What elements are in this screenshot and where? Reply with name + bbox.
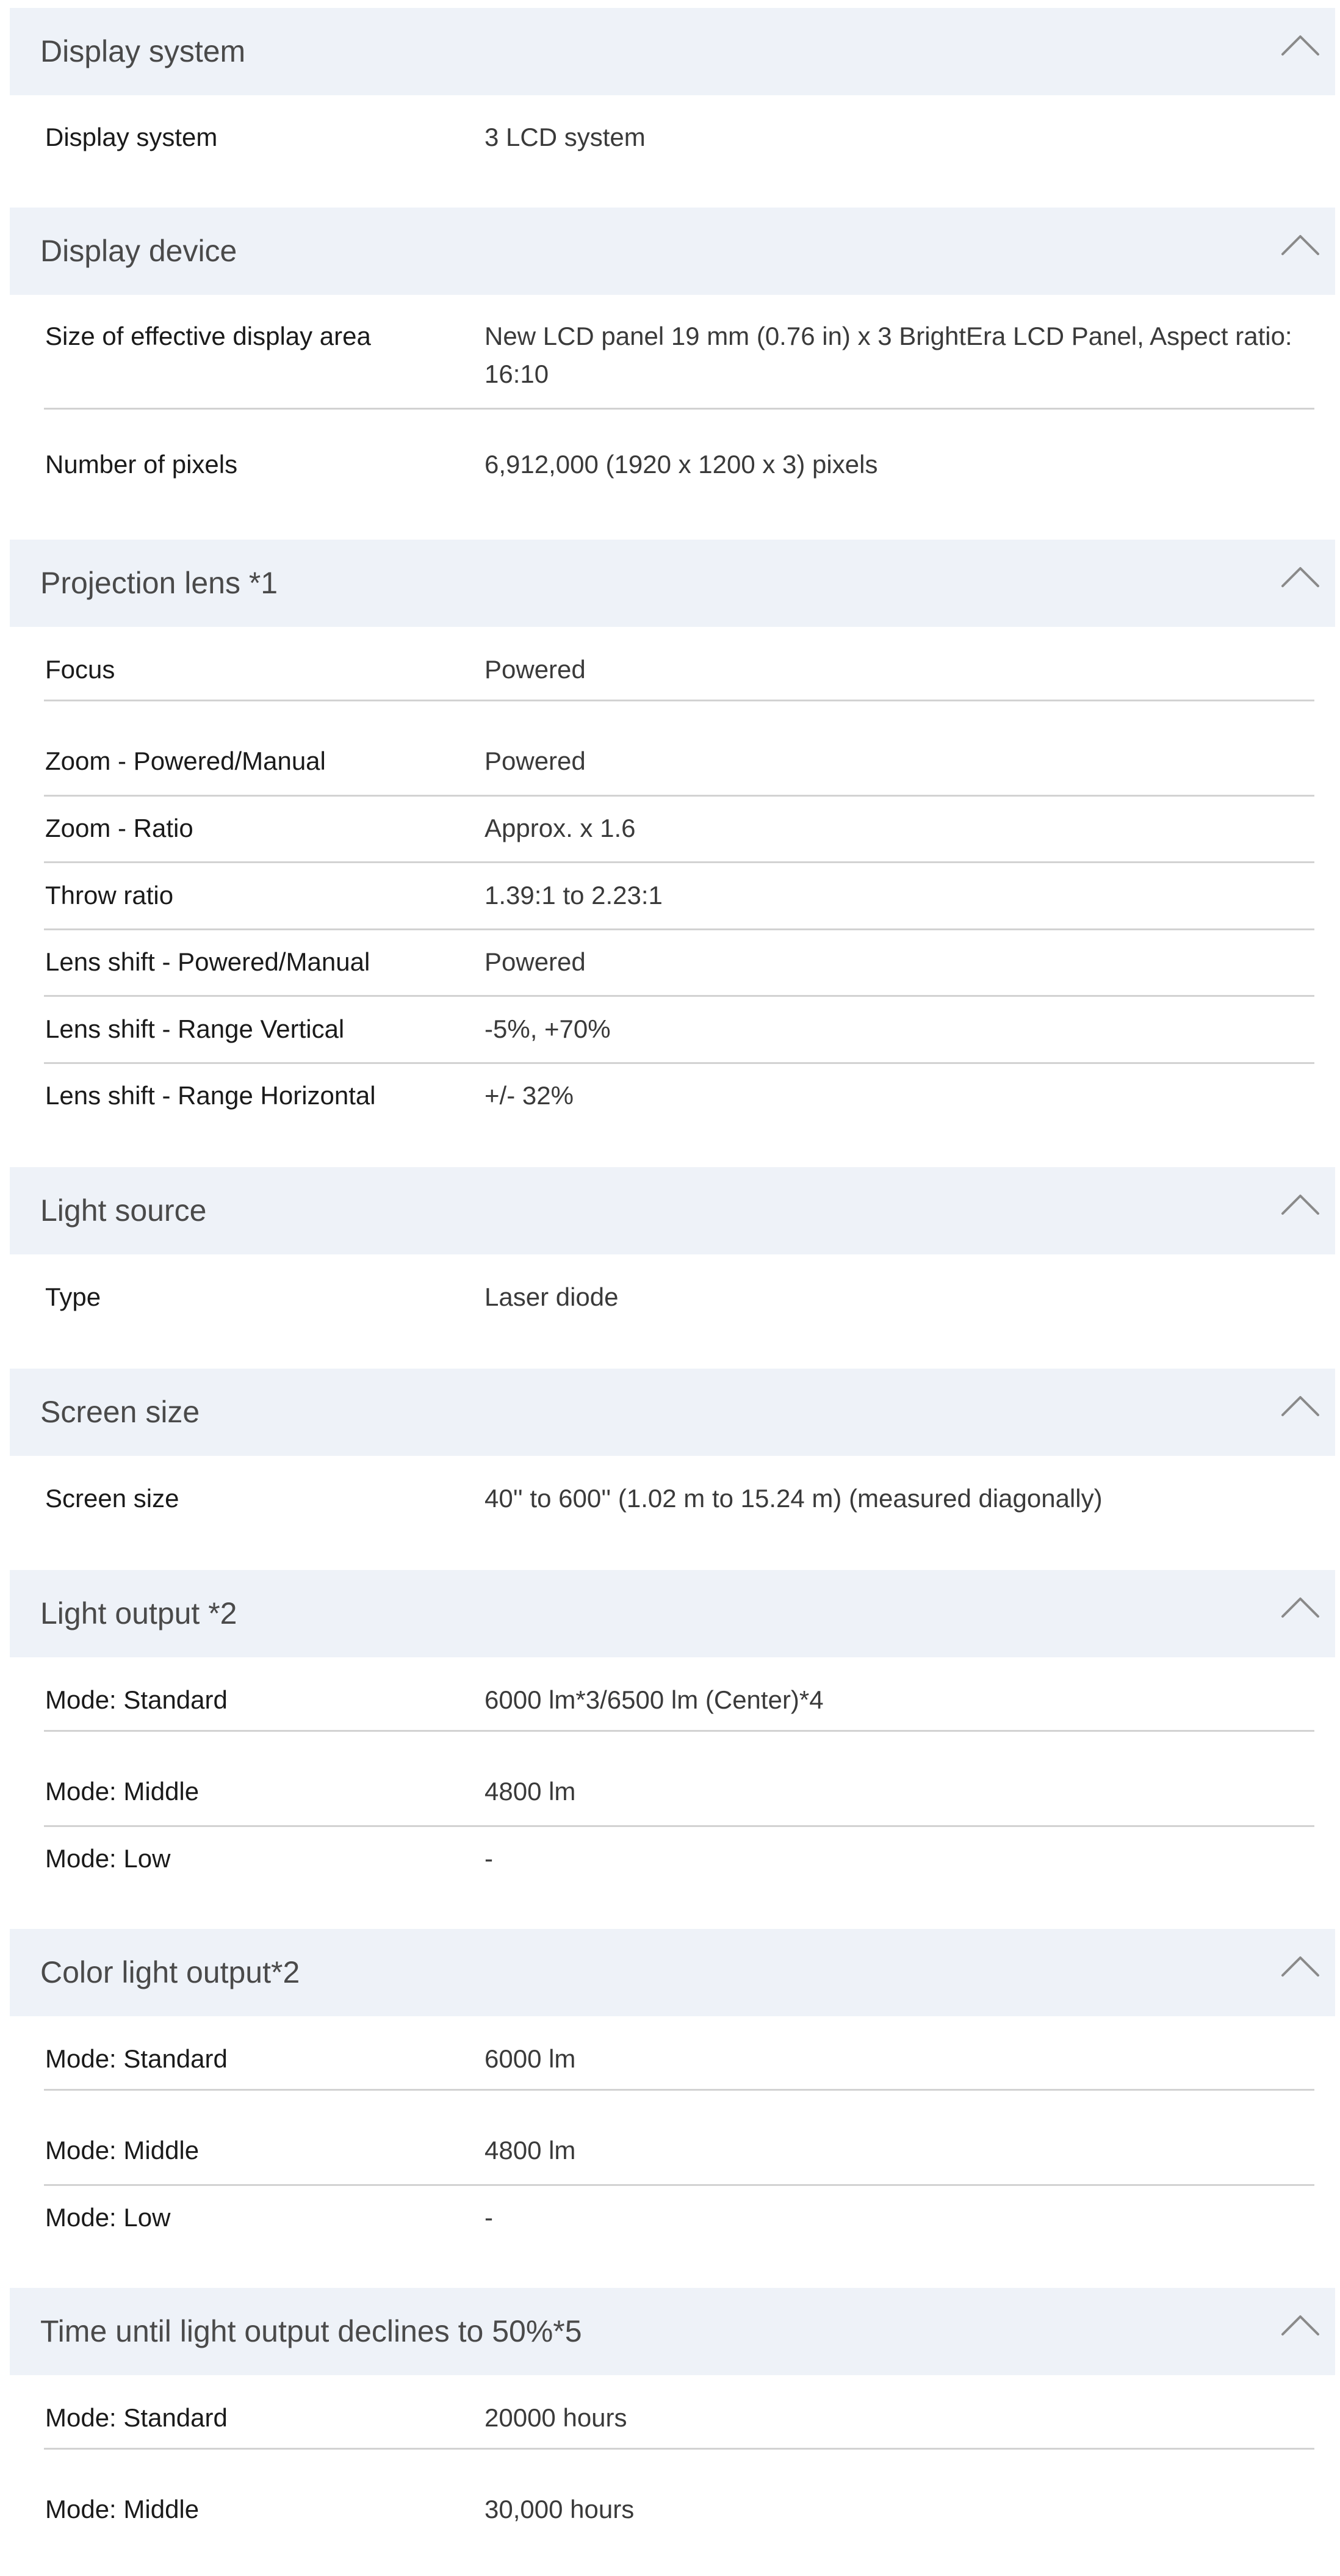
spec-label: Mode: Low bbox=[45, 2203, 171, 2232]
spec-value: 6000 lm bbox=[484, 2044, 576, 2073]
spec-value: +/- 32% bbox=[484, 1081, 574, 1110]
section-header[interactable]: Screen size bbox=[10, 1369, 1335, 1456]
section-header[interactable]: Light output *2 bbox=[10, 1570, 1335, 1657]
spec-value: Powered bbox=[484, 747, 586, 775]
spec-row: Zoom - Ratio Approx. x 1.6 bbox=[44, 809, 1314, 863]
spec-label: Screen size bbox=[45, 1484, 179, 1513]
spec-label: Mode: Middle bbox=[45, 2495, 200, 2524]
spec-label: Lens shift - Range Horizontal bbox=[45, 1081, 376, 1110]
spec-value: - bbox=[484, 1844, 493, 1873]
chevron-up-icon[interactable] bbox=[1279, 1392, 1322, 1419]
spec-row: Lens shift - Powered/Manual Powered bbox=[44, 943, 1314, 997]
section-title: Display system bbox=[40, 34, 246, 68]
section-header[interactable]: Display device bbox=[10, 208, 1335, 295]
spec-label: Mode: Standard bbox=[45, 2044, 228, 2073]
section-header[interactable]: Time until light output declines to 50%*… bbox=[10, 2288, 1335, 2375]
spec-row: Mode: Standard 20000 hours bbox=[44, 2399, 1314, 2450]
spec-value: -5%, +70% bbox=[484, 1015, 611, 1043]
spec-label: Mode: Low bbox=[45, 1844, 171, 1873]
spec-row: Zoom - Powered/Manual Powered bbox=[44, 742, 1314, 797]
section-header[interactable]: Projection lens *1 bbox=[10, 540, 1335, 627]
chevron-up-icon[interactable] bbox=[1279, 1952, 1322, 1979]
section-title: Color light output*2 bbox=[40, 1955, 300, 1989]
spec-label: Size of effective display area bbox=[45, 322, 371, 350]
section-title: Time until light output declines to 50%*… bbox=[40, 2314, 582, 2348]
spec-row: Mode: Low - bbox=[44, 1840, 1314, 1883]
spec-row: Lens shift - Range Horizontal +/- 32% bbox=[44, 1077, 1314, 1120]
spec-value: Powered bbox=[484, 947, 586, 976]
section-title: Display device bbox=[40, 234, 237, 268]
section-header[interactable]: Display system bbox=[10, 8, 1335, 95]
spec-row: Mode: Standard 6000 lm*3/6500 lm (Center)… bbox=[44, 1681, 1314, 1732]
spec-row: Mode: Low - bbox=[44, 2199, 1314, 2241]
spec-label: Zoom - Powered/Manual bbox=[45, 747, 326, 775]
spec-row: Mode: Standard 6000 lm bbox=[44, 2040, 1314, 2091]
spec-label: Mode: Middle bbox=[45, 2136, 200, 2165]
spec-label: Mode: Standard bbox=[45, 1685, 228, 1714]
spec-value: 20000 hours bbox=[484, 2403, 627, 2432]
spec-value: 4800 lm bbox=[484, 2136, 576, 2165]
spec-value: 3 LCD system bbox=[484, 123, 646, 151]
spec-value: 4800 lm bbox=[484, 1777, 576, 1806]
spec-label: Type bbox=[45, 1283, 101, 1311]
chevron-up-icon[interactable] bbox=[1279, 31, 1322, 58]
spec-row: Screen size 40'' to 600'' (1.02 m to 15.2… bbox=[44, 1480, 1314, 1522]
chevron-up-icon[interactable] bbox=[1279, 1593, 1322, 1620]
spec-value: 40'' to 600'' (1.02 m to 15.24 m) (measu… bbox=[484, 1484, 1103, 1513]
spec-row: Size of effective display area New LCD pa… bbox=[44, 317, 1314, 410]
spec-label: Lens shift - Powered/Manual bbox=[45, 947, 370, 976]
section-title: Screen size bbox=[40, 1395, 200, 1429]
spec-label: Focus bbox=[45, 655, 115, 684]
spec-label: Lens shift - Range Vertical bbox=[45, 1015, 345, 1043]
spec-row: Focus Powered bbox=[44, 651, 1314, 701]
spec-value: New LCD panel 19 mm (0.76 in) x 3 Bright… bbox=[484, 322, 1292, 388]
spec-value: 6,912,000 (1920 x 1200 x 3) pixels bbox=[484, 450, 878, 479]
spec-label: Zoom - Ratio bbox=[45, 814, 193, 842]
spec-value: 1.39:1 to 2.23:1 bbox=[484, 881, 663, 910]
section-title: Projection lens *1 bbox=[40, 566, 278, 600]
section-header[interactable]: Light source bbox=[10, 1167, 1335, 1254]
spec-value: Approx. x 1.6 bbox=[484, 814, 636, 842]
spec-value: Laser diode bbox=[484, 1283, 619, 1311]
chevron-up-icon[interactable] bbox=[1279, 2311, 1322, 2338]
section-header[interactable]: Color light output*2 bbox=[10, 1929, 1335, 2016]
spec-label: Mode: Standard bbox=[45, 2403, 228, 2432]
spec-label: Number of pixels bbox=[45, 450, 238, 479]
spec-row: Display system 3 LCD system bbox=[44, 118, 1314, 161]
spec-label: Mode: Middle bbox=[45, 1777, 200, 1806]
spec-value: - bbox=[484, 2203, 493, 2232]
spec-label: Throw ratio bbox=[45, 881, 174, 910]
spec-row: Mode: Middle 4800 lm bbox=[44, 2132, 1314, 2186]
spec-row: Mode: Middle 30,000 hours bbox=[44, 2491, 1314, 2533]
spec-row: Mode: Middle 4800 lm bbox=[44, 1773, 1314, 1827]
section-title: Light source bbox=[40, 1193, 207, 1228]
section-title: Light output *2 bbox=[40, 1596, 237, 1630]
chevron-up-icon[interactable] bbox=[1279, 563, 1322, 590]
spec-value: 6000 lm*3/6500 lm (Center)*4 bbox=[484, 1685, 824, 1714]
spec-row: Throw ratio 1.39:1 to 2.23:1 bbox=[44, 877, 1314, 930]
spec-value: 30,000 hours bbox=[484, 2495, 635, 2524]
spec-row: Number of pixels 6,912,000 (1920 x 1200 x… bbox=[44, 446, 1314, 488]
spec-value: Powered bbox=[484, 655, 586, 684]
spec-row: Type Laser diode bbox=[44, 1278, 1314, 1321]
chevron-up-icon[interactable] bbox=[1279, 1190, 1322, 1217]
chevron-up-icon[interactable] bbox=[1279, 231, 1322, 258]
spec-row: Lens shift - Range Vertical -5%, +70% bbox=[44, 1010, 1314, 1064]
spec-label: Display system bbox=[45, 123, 218, 151]
